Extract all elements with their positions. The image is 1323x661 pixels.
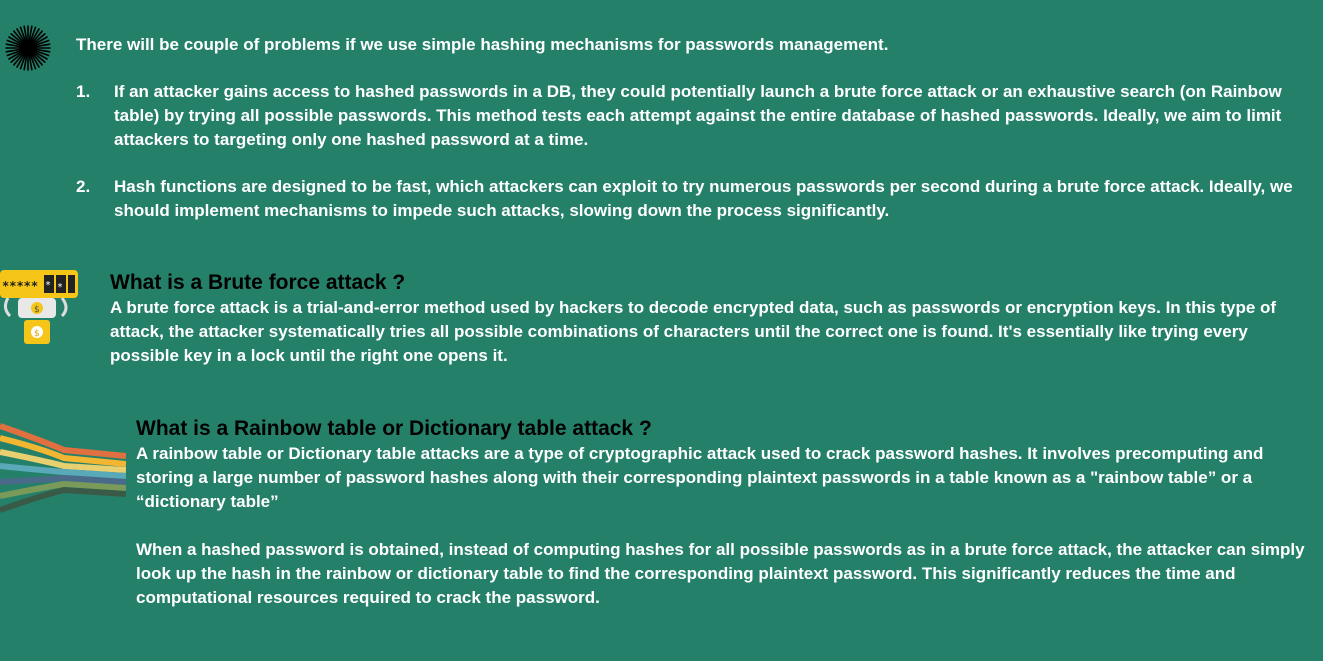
svg-text:*: *: [57, 282, 63, 293]
problem-list: 1. If an attacker gains access to hashed…: [76, 80, 1311, 246]
rainbow-table-title: What is a Rainbow table or Dictionary ta…: [136, 417, 652, 440]
rainbow-table-section: What is a Rainbow table or Dictionary ta…: [136, 416, 1316, 610]
rainbow-table-text: A rainbow table or Dictionary table atta…: [136, 444, 1264, 511]
password-robot-icon: ***** * * $ $: [0, 270, 78, 344]
problem-number: 1.: [76, 82, 91, 101]
problem-text: Hash functions are designed to be fast, …: [114, 177, 1293, 220]
problem-item: 1. If an attacker gains access to hashed…: [76, 80, 1311, 152]
svg-text:$: $: [34, 305, 40, 315]
slide: There will be couple of problems if we u…: [0, 0, 1323, 661]
rainbow-stripes-icon: [0, 423, 126, 513]
intro-text: There will be couple of problems if we u…: [76, 35, 889, 54]
brute-force-section: What is a Brute force attack ? A brute f…: [110, 270, 1310, 368]
svg-text:*: *: [45, 280, 51, 291]
svg-text:$: $: [34, 329, 40, 339]
password-mask: *****: [2, 279, 38, 293]
problem-number: 2.: [76, 177, 91, 196]
problem-text: If an attacker gains access to hashed pa…: [114, 82, 1282, 149]
rainbow-table-text-2: When a hashed password is obtained, inst…: [136, 540, 1305, 607]
sunburst-icon: [5, 25, 51, 71]
brute-force-text: A brute force attack is a trial-and-erro…: [110, 298, 1277, 365]
brute-force-title: What is a Brute force attack ?: [110, 271, 406, 294]
problem-item: 2. Hash functions are designed to be fas…: [76, 175, 1311, 223]
